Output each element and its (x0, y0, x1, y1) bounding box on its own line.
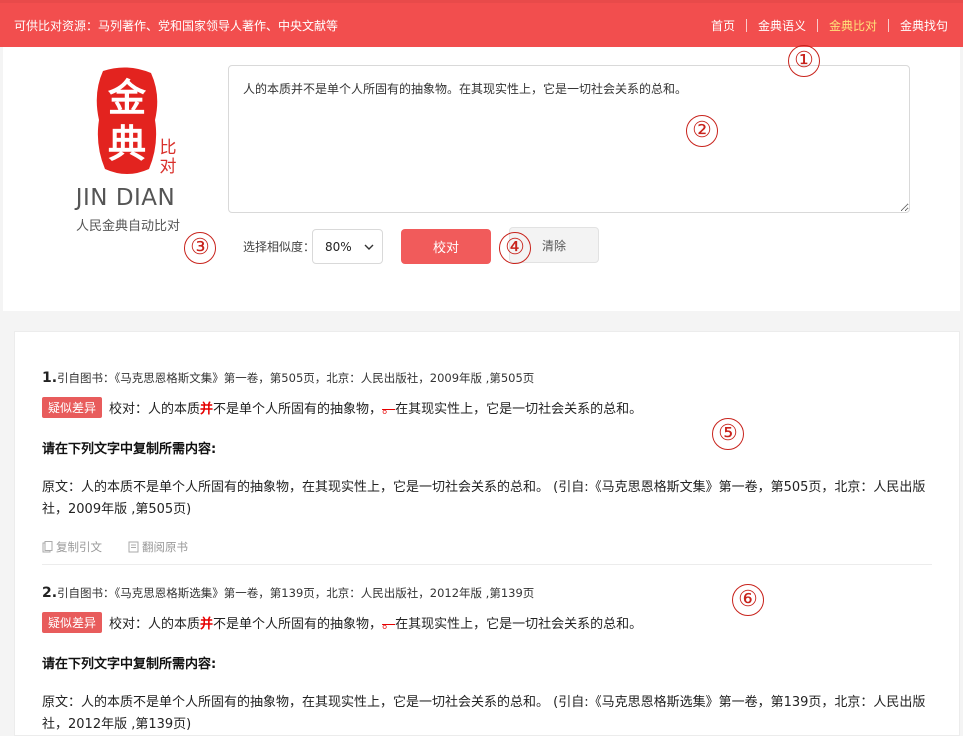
result-number: 2. (42, 585, 58, 601)
nav-semantic[interactable]: 金典语义 (747, 17, 817, 34)
results-panel: 1.引自图书：《马克思恩格斯文集》第一卷，第505页，北京：人民出版社，2009… (14, 331, 960, 736)
result-actions: 复制引文 翻阅原书 (42, 539, 932, 555)
copy-icon (42, 541, 53, 553)
diff-highlight: 并 (200, 402, 214, 417)
logo-latin: JIN DIAN (75, 185, 176, 211)
diff-punct-mark: 。 (382, 617, 396, 632)
nav-find-sentence[interactable]: 金典找句 (889, 17, 959, 34)
check-text-mid: 不是单个人所固有的抽象物， (213, 402, 383, 417)
similarity-select[interactable]: 80% (312, 229, 383, 264)
nav-home[interactable]: 首页 (700, 17, 746, 34)
annotation-marker: ① (788, 45, 820, 77)
diff-badge: 疑似差异 (42, 612, 103, 633)
svg-text:金: 金 (107, 75, 147, 120)
diff-highlight: 并 (200, 617, 214, 632)
svg-text:典: 典 (108, 121, 146, 166)
diff-badge: 疑似差异 (42, 397, 103, 418)
annotation-marker: ② (686, 115, 718, 147)
read-book-label: 翻阅原书 (142, 540, 188, 554)
check-button[interactable]: 校对 (401, 229, 491, 264)
result-source-text: 引自图书：《马克思恩格斯文集》第一卷，第505页，北京：人民出版社，2009年版… (57, 371, 535, 385)
similarity-value: 80% (325, 239, 352, 254)
result-item: 1.引自图书：《马克思恩格斯文集》第一卷，第505页，北京：人民出版社，2009… (42, 370, 932, 555)
result-source-text: 引自图书：《马克思恩格斯选集》第一卷，第139页，北京：人民出版社，2012年版… (57, 586, 535, 600)
copy-citation-button[interactable]: 复制引文 (42, 539, 102, 555)
annotation-marker: ④ (499, 232, 531, 264)
result-divider (42, 564, 932, 565)
logo-tagline: 人民金典自动比对 (75, 219, 180, 234)
check-line: 疑似差异 校对：人的本质并不是单个人所固有的抽象物，。在其现实性上，它是一切社会… (42, 612, 932, 633)
jindian-logo: 金 典 比对 JIN DIAN 人民金典自动比对 (63, 65, 203, 245)
result-number: 1. (42, 370, 58, 386)
compare-text-input[interactable]: 人的本质并不是单个人所固有的抽象物。在其现实性上，它是一切社会关系的总和。 (228, 65, 910, 213)
logo-sub-chars: 比对 (159, 138, 177, 177)
check-text-prefix: 校对：人的本质 (109, 402, 201, 417)
diff-punct-mark: 。 (382, 402, 396, 417)
result-item: 2.引自图书：《马克思恩格斯选集》第一卷，第139页，北京：人民出版社，2012… (42, 585, 932, 736)
nav-compare[interactable]: 金典比对 (818, 17, 888, 34)
check-text-suffix: 在其现实性上，它是一切社会关系的总和。 (395, 617, 643, 632)
similarity-label: 选择相似度： (243, 240, 316, 254)
check-text-prefix: 校对：人的本质 (109, 617, 201, 632)
copy-instruction: 请在下列文字中复制所需内容: (42, 442, 217, 457)
book-icon (128, 541, 139, 553)
check-line: 疑似差异 校对：人的本质并不是单个人所固有的抽象物，。在其现实性上，它是一切社会… (42, 397, 932, 418)
compare-panel: 金 典 比对 JIN DIAN 人民金典自动比对 人的本质并不是单个人所固有的抽… (3, 45, 960, 311)
resources-text: 可供比对资源：马列著作、党和国家领导人著作、中央文献等 (14, 19, 339, 33)
annotation-marker: ⑥ (732, 584, 764, 616)
original-text: 原文：人的本质不是单个人所固有的抽象物，在其现实性上，它是一切社会关系的总和。 … (42, 695, 926, 732)
result-source: 2.引自图书：《马克思恩格斯选集》第一卷，第139页，北京：人民出版社，2012… (42, 585, 932, 601)
original-text: 原文：人的本质不是单个人所固有的抽象物，在其现实性上，它是一切社会关系的总和。 … (42, 480, 926, 517)
annotation-marker: ⑤ (712, 418, 744, 450)
top-nav: 首页 金典语义 金典比对 金典找句 (700, 17, 959, 34)
check-text-mid: 不是单个人所固有的抽象物， (213, 617, 383, 632)
result-source: 1.引自图书：《马克思恩格斯文集》第一卷，第505页，北京：人民出版社，2009… (42, 370, 932, 386)
seal-icon: 金 典 (96, 67, 158, 174)
top-bar: 可供比对资源：马列著作、党和国家领导人著作、中央文献等 首页 金典语义 金典比对… (0, 0, 963, 47)
read-book-button[interactable]: 翻阅原书 (128, 539, 188, 555)
copy-citation-label: 复制引文 (56, 540, 102, 554)
chevron-down-icon (364, 244, 374, 250)
annotation-marker: ③ (184, 232, 216, 264)
copy-instruction: 请在下列文字中复制所需内容: (42, 657, 217, 672)
check-text-suffix: 在其现实性上，它是一切社会关系的总和。 (395, 402, 643, 417)
